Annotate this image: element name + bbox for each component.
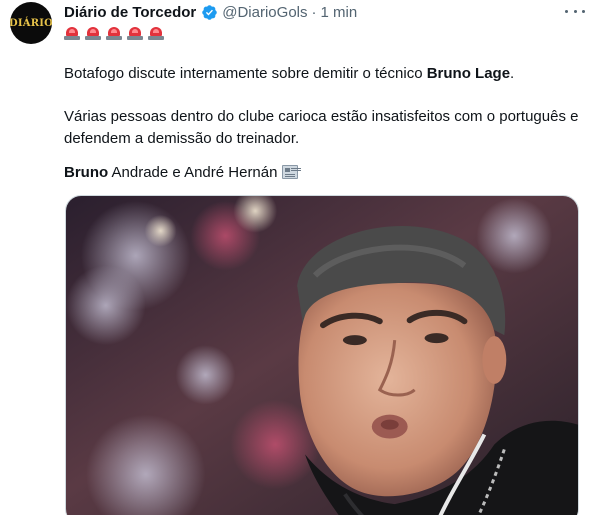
credits-text: Andrade e André Hernán: [108, 164, 278, 181]
credits-bold-name: Bruno: [64, 164, 109, 181]
tweet: DIÁRIO Diário de Torcedor @DiarioGols · …: [0, 0, 603, 515]
police-car-light-icon: [85, 25, 101, 41]
tweet-paragraph-2: Várias pessoas dentro do clube carioca e…: [64, 108, 579, 147]
tweet-credits: Bruno Andrade e André Hernán: [64, 162, 584, 184]
separator-dot: ·: [311, 3, 317, 21]
author-handle[interactable]: @DiarioGols: [222, 4, 307, 21]
author-name[interactable]: Diário de Torcedor: [64, 4, 196, 21]
police-car-light-icon: [148, 25, 164, 41]
tweet-photo[interactable]: [65, 195, 579, 515]
p1-text: Botafogo discute internamente sobre demi…: [64, 65, 427, 82]
police-car-light-icon: [127, 25, 143, 41]
p1-bold-name: Bruno Lage: [426, 65, 511, 82]
timestamp[interactable]: 1 min: [321, 4, 358, 21]
tweet-header: Diário de Torcedor @DiarioGols · 1 min: [64, 2, 357, 22]
siren-emoji-row: [64, 25, 164, 41]
newspaper-icon: [282, 165, 299, 179]
p1-end: .: [510, 65, 515, 82]
police-car-light-icon: [106, 25, 122, 41]
avatar-logo-text: DIÁRIO: [10, 17, 52, 29]
tweet-paragraph-1: Botafogo discute internamente sobre demi…: [64, 63, 584, 85]
photo-illustration: [66, 196, 578, 515]
more-options-icon[interactable]: [565, 4, 585, 18]
avatar[interactable]: DIÁRIO: [10, 2, 52, 44]
verified-badge-icon: [202, 4, 218, 20]
police-car-light-icon: [64, 25, 80, 41]
